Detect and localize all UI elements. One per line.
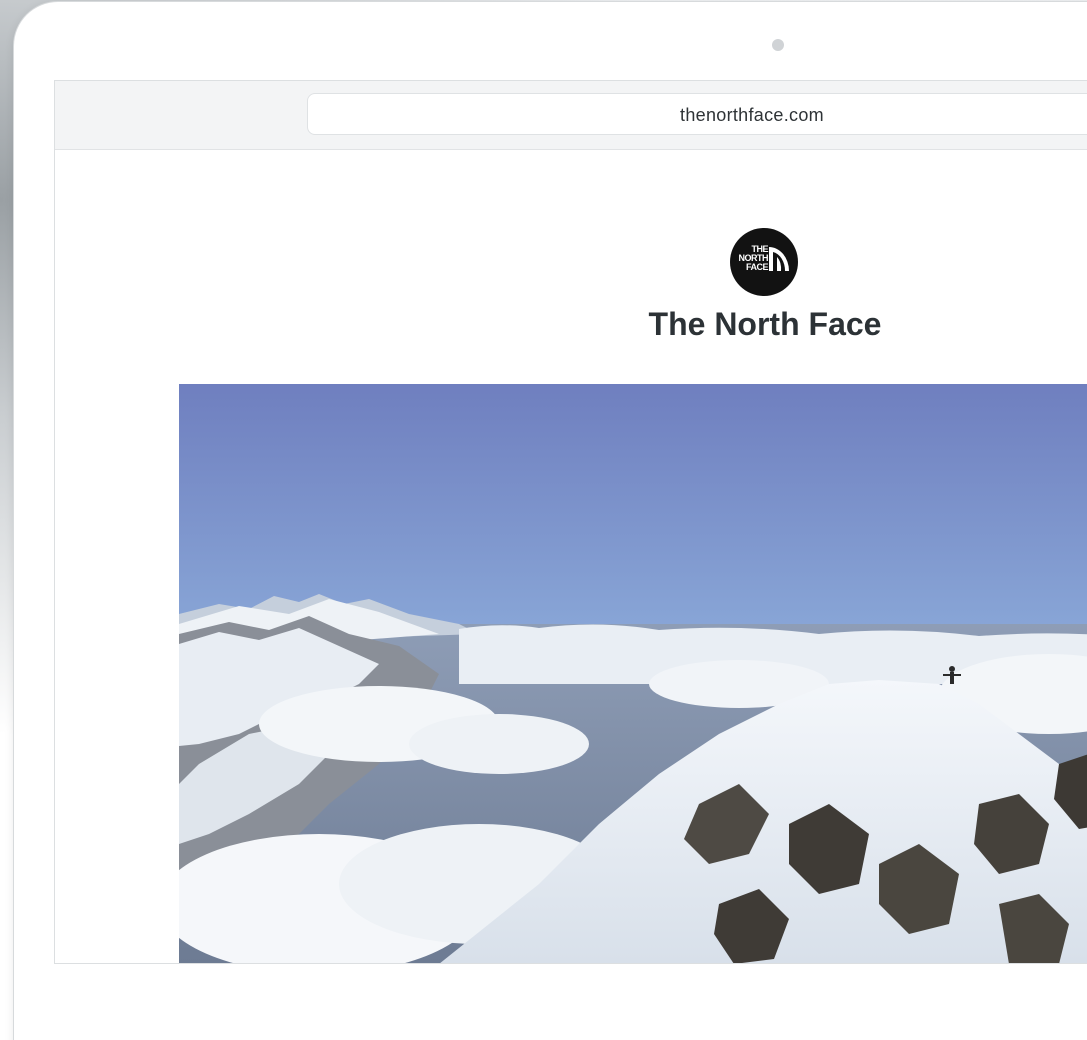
stage: thenorthface.com THE NORTH FACE The Nort… <box>0 0 1087 1040</box>
tablet-screen: thenorthface.com THE NORTH FACE The Nort… <box>54 80 1087 964</box>
address-bar-url[interactable]: thenorthface.com <box>308 94 1087 136</box>
front-camera <box>772 39 784 51</box>
logo-text-line-3: FACE <box>745 262 769 272</box>
hero-image[interactable] <box>179 384 1087 963</box>
logo-wordmark: THE NORTH FACE <box>738 245 769 272</box>
mountain-summit-photo <box>179 384 1087 963</box>
the-north-face-logo-icon[interactable]: THE NORTH FACE <box>730 228 798 296</box>
browser-toolbar: thenorthface.com <box>55 81 1087 150</box>
half-dome-icon <box>769 247 789 271</box>
web-page: THE NORTH FACE The North Face <box>55 150 1087 963</box>
address-bar[interactable]: thenorthface.com <box>307 93 1087 135</box>
page-title: The North Face <box>648 306 882 342</box>
